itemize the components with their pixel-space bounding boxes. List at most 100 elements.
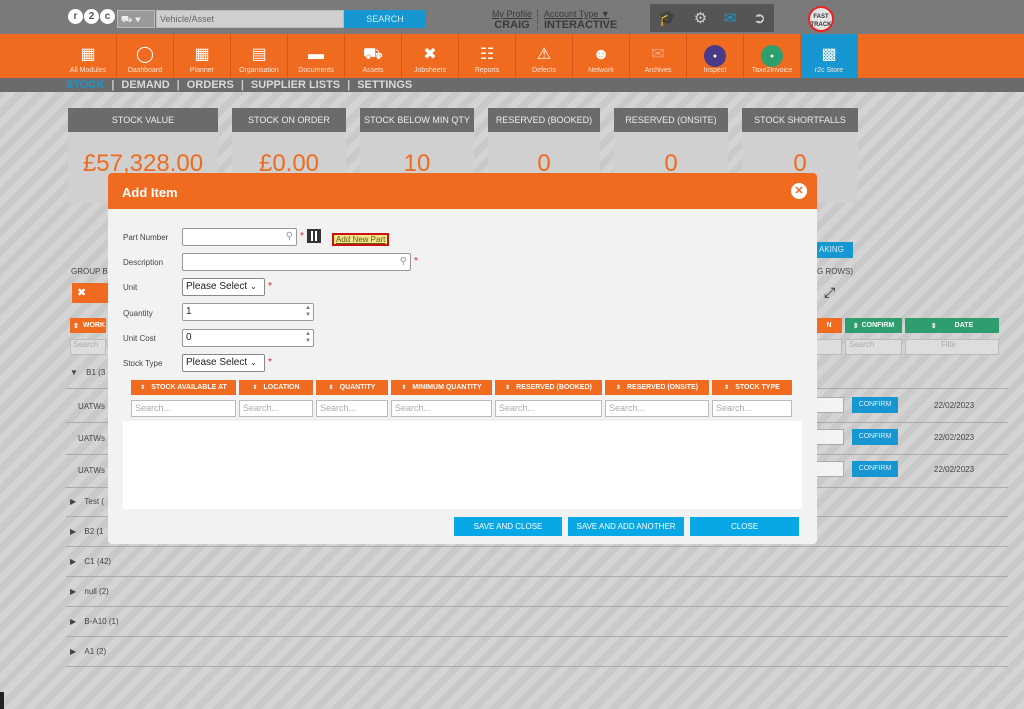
modal-header: Add Item ✕ <box>108 173 817 209</box>
quantity-stepper[interactable]: 1 ▲ ▼ <box>182 303 314 321</box>
qr-code-icon[interactable] <box>307 229 321 243</box>
description-label: Description <box>123 258 164 267</box>
search-stock-available-at[interactable]: Search... <box>131 400 236 417</box>
th-minimum-quantity[interactable]: ⇕ MINIMUM QUANTITY <box>391 380 492 395</box>
th-stock-type[interactable]: ⇕ STOCK TYPE <box>712 380 792 395</box>
required-marker: * <box>414 256 418 267</box>
module-assets[interactable]: ⛟ Assets <box>345 34 402 78</box>
top-bar: r2c ⛟ ▾ Vehicle/Asset SEARCH My Profile … <box>0 0 1024 34</box>
col-n-search[interactable] <box>815 339 842 355</box>
module-r2c-store[interactable]: ▩ r2c Store <box>801 34 858 78</box>
col-work[interactable]: ⇕ WORK <box>70 318 106 333</box>
add-new-part-link[interactable]: Add New Part <box>332 233 390 246</box>
notifications-icon[interactable]: ⚙ <box>694 9 707 27</box>
module-planner[interactable]: ▦ Planner <box>174 34 231 78</box>
fast-track-logo[interactable]: FAST TRACK <box>808 6 834 32</box>
calendar-icon: ▦ <box>194 46 210 63</box>
module-inspect[interactable]: ● Inspect <box>687 34 744 78</box>
mail-icon[interactable]: ✉ <box>724 9 737 27</box>
module-archives[interactable]: ✉ Archives <box>630 34 687 78</box>
tab-demand[interactable]: DEMAND <box>121 79 169 91</box>
my-profile[interactable]: My Profile CRAIG <box>492 9 532 31</box>
col-confirm-search[interactable]: Search <box>845 339 902 355</box>
stock-taking-button[interactable]: AKING <box>817 242 853 258</box>
search-icon[interactable]: ⚲ <box>400 254 407 270</box>
row-name: UATWs <box>78 402 105 411</box>
module-network[interactable]: ☻ Network <box>573 34 630 78</box>
row-divider <box>66 636 1008 637</box>
unit-cost-stepper[interactable]: 0 ▲ ▼ <box>182 329 314 347</box>
col-work-search[interactable]: Search <box>70 339 106 355</box>
module-documents[interactable]: ▬ Documents <box>288 34 345 78</box>
tools-icon: ✖ <box>423 46 437 63</box>
th-location[interactable]: ⇕ LOCATION <box>239 380 313 395</box>
spinner-icon[interactable]: ▲ ▼ <box>305 331 311 345</box>
module-taxe2invoice[interactable]: ● Taxe2Invoice <box>744 34 801 78</box>
group-row-a1[interactable]: ▶ A1 (2) <box>70 647 106 656</box>
page-corner <box>0 692 4 709</box>
stock-type-select[interactable]: Please Select ⌄ <box>182 354 265 372</box>
module-dashboard[interactable]: ◯ Dashboard <box>117 34 174 78</box>
th-quantity[interactable]: ⇕ QUANTITY <box>316 380 388 395</box>
group-row-test[interactable]: ▶ Test ( <box>70 497 104 506</box>
vehicle-search-input[interactable]: Vehicle/Asset <box>156 10 344 28</box>
search-quantity[interactable]: Search... <box>316 400 388 417</box>
part-number-input[interactable]: ⚲ <box>182 228 297 246</box>
close-button[interactable]: CLOSE <box>690 517 799 536</box>
r2c-logo[interactable]: r2c <box>68 9 115 27</box>
part-number-label: Part Number <box>123 233 169 242</box>
grouping-rows-label: G ROWS) <box>817 267 853 276</box>
account-type[interactable]: Account Type ▼ INTERACTIVE <box>544 9 617 31</box>
tab-supplier-lists[interactable]: SUPPLIER LISTS <box>251 79 340 91</box>
archive-icon: ✉ <box>651 46 665 63</box>
tab-stock[interactable]: STOCK <box>66 79 104 91</box>
search-button[interactable]: SEARCH <box>344 10 426 28</box>
logout-icon[interactable]: ➲ <box>753 9 766 27</box>
graduation-cap-icon[interactable]: 🎓 <box>658 9 677 27</box>
module-defects[interactable]: ⚠ Defects <box>516 34 573 78</box>
row-checkbox[interactable] <box>816 397 844 413</box>
description-input[interactable]: ⚲ <box>182 253 411 271</box>
search-stock-type[interactable]: Search... <box>712 400 792 417</box>
search-minimum-quantity[interactable]: Search... <box>391 400 492 417</box>
tab-orders[interactable]: ORDERS <box>187 79 234 91</box>
group-row-b-a10[interactable]: ▶ B-A10 (1) <box>70 617 119 626</box>
module-organisation[interactable]: ▤ Organisation <box>231 34 288 78</box>
profile-link[interactable]: My Profile <box>492 9 532 19</box>
col-date-filter[interactable]: Filte <box>905 339 999 355</box>
row-checkbox[interactable] <box>816 461 844 477</box>
expand-icon[interactable]: ⤢ <box>824 284 835 301</box>
module-reports[interactable]: ☷ Reports <box>459 34 516 78</box>
search-reserved-onsite[interactable]: Search... <box>605 400 709 417</box>
col-confirm[interactable]: ⇕ CONFIRM <box>845 318 902 333</box>
th-reserved-booked[interactable]: ⇕ RESERVED (BOOKED) <box>495 380 602 395</box>
group-row-b1[interactable]: ▼ B1 (3 <box>70 368 105 377</box>
tab-settings[interactable]: SETTINGS <box>357 79 412 91</box>
unit-select[interactable]: Please Select ⌄ <box>182 278 265 296</box>
clear-group-button[interactable]: ✖ <box>72 283 108 303</box>
search-reserved-booked[interactable]: Search... <box>495 400 602 417</box>
group-row-null[interactable]: ▶ null (2) <box>70 587 109 596</box>
save-and-close-button[interactable]: SAVE AND CLOSE <box>454 517 562 536</box>
module-jobsheets[interactable]: ✖ Jobsheets <box>402 34 459 78</box>
module-all-modules[interactable]: ▦ All Modules <box>60 34 117 78</box>
row-confirm-button[interactable]: CONFIRM <box>852 461 898 477</box>
col-n[interactable]: N <box>816 318 842 333</box>
account-type-link[interactable]: Account Type <box>544 9 598 19</box>
search-location[interactable]: Search... <box>239 400 313 417</box>
th-reserved-onsite[interactable]: ⇕ RESERVED (ONSITE) <box>605 380 709 395</box>
spinner-icon[interactable]: ▲ ▼ <box>305 305 311 319</box>
col-date[interactable]: ⇕ DATE <box>905 318 999 333</box>
save-and-add-another-button[interactable]: SAVE AND ADD ANOTHER <box>568 517 684 536</box>
group-row-c1[interactable]: ▶ C1 (42) <box>70 557 111 566</box>
divider <box>537 10 538 30</box>
search-icon[interactable]: ⚲ <box>286 229 293 245</box>
row-checkbox[interactable] <box>816 429 844 445</box>
close-icon[interactable]: ✕ <box>791 183 807 199</box>
th-stock-available-at[interactable]: ⇕ STOCK AVAILABLE AT <box>131 380 236 395</box>
group-row-b2[interactable]: ▶ B2 (1 <box>70 527 104 536</box>
warning-icon: ⚠ <box>536 46 552 63</box>
row-confirm-button[interactable]: CONFIRM <box>852 429 898 445</box>
row-confirm-button[interactable]: CONFIRM <box>852 397 898 413</box>
vehicle-type-select[interactable]: ⛟ ▾ <box>117 10 155 28</box>
